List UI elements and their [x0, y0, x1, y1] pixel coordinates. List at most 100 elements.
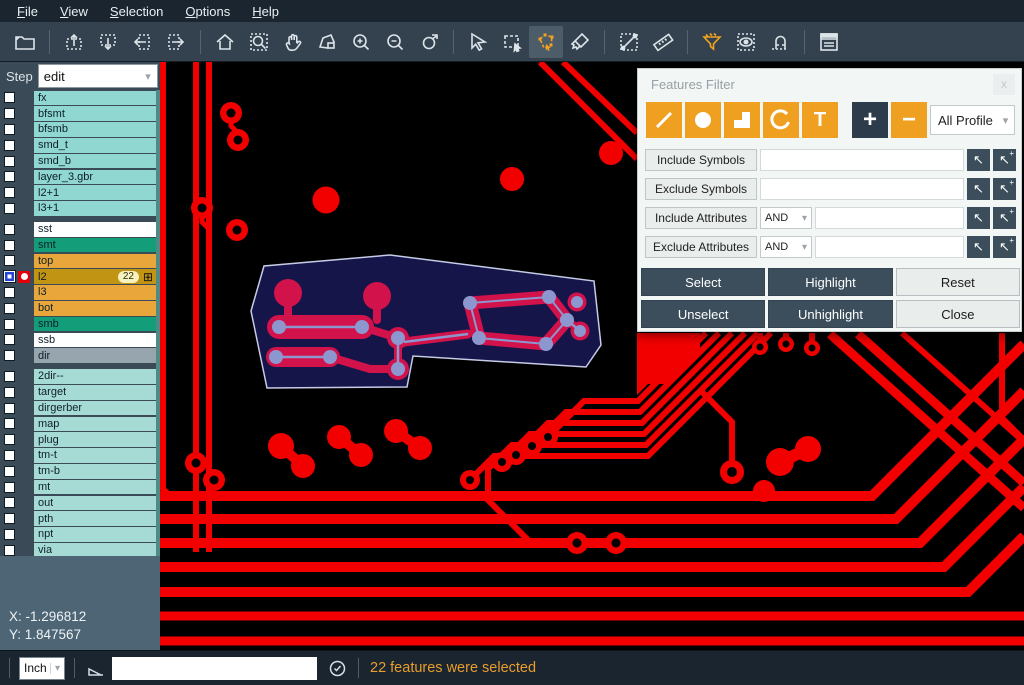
layer-visibility-checkbox[interactable]: [4, 513, 15, 524]
layer-visibility-checkbox[interactable]: [4, 450, 15, 461]
exclude-attributes-button[interactable]: Exclude Attributes: [645, 236, 757, 258]
refresh-check-icon[interactable]: [325, 656, 349, 680]
menu-options[interactable]: Options: [174, 4, 241, 19]
pointer-select-icon[interactable]: [461, 26, 495, 58]
exclude-attributes-logic-dropdown[interactable]: AND ▾: [760, 236, 812, 258]
layer-active-indicator[interactable]: [18, 402, 30, 414]
include-mode-button[interactable]: +: [852, 102, 888, 138]
line-feature-button[interactable]: [646, 102, 682, 138]
surface-feature-button[interactable]: [724, 102, 760, 138]
layer-row[interactable]: bot: [0, 300, 156, 316]
dialog-title[interactable]: Features Filter: [651, 77, 735, 92]
zoom-polygon-icon[interactable]: [310, 26, 344, 58]
zoom-previous-icon[interactable]: [412, 26, 446, 58]
menu-view[interactable]: View: [49, 4, 99, 19]
layer-visibility-checkbox[interactable]: [4, 271, 15, 282]
exclude-symbols-input[interactable]: [760, 178, 964, 200]
pick-attribute-icon[interactable]: ↖: [967, 236, 990, 258]
layer-row[interactable]: sst: [0, 221, 156, 237]
layer-row[interactable]: dirgerber: [0, 400, 156, 416]
layer-active-indicator[interactable]: [18, 528, 30, 540]
layers-table-icon[interactable]: [812, 26, 846, 58]
layer-visibility-checkbox[interactable]: [4, 529, 15, 540]
select-button[interactable]: Select: [641, 268, 765, 296]
close-button[interactable]: Close: [896, 300, 1020, 328]
pad-feature-button[interactable]: [685, 102, 721, 138]
layer-active-indicator[interactable]: [18, 187, 30, 199]
layer-active-indicator[interactable]: [18, 481, 30, 493]
pick-symbol-icon[interactable]: ↖: [967, 149, 990, 171]
layer-row[interactable]: l2 22 ⊞: [0, 269, 156, 285]
layer-active-indicator[interactable]: [18, 155, 30, 167]
command-input[interactable]: [112, 657, 317, 680]
layer-active-indicator[interactable]: [18, 239, 30, 251]
include-symbols-button[interactable]: Include Symbols: [645, 149, 757, 171]
layer-visibility-checkbox[interactable]: [4, 371, 15, 382]
exclude-mode-button[interactable]: −: [891, 102, 927, 138]
pick-add-symbol-icon[interactable]: ↖+: [993, 149, 1016, 171]
layer-visibility-checkbox[interactable]: [4, 434, 15, 445]
layer-row[interactable]: mt: [0, 479, 156, 495]
exclude-attributes-input[interactable]: [815, 236, 964, 258]
layer-visibility-checkbox[interactable]: [4, 287, 15, 298]
include-attributes-logic-dropdown[interactable]: AND ▾: [760, 207, 812, 229]
layer-row[interactable]: l2+1: [0, 185, 156, 201]
layer-visibility-checkbox[interactable]: [4, 92, 15, 103]
unselect-button[interactable]: Unselect: [641, 300, 765, 328]
layer-row[interactable]: ssb: [0, 332, 156, 348]
layer-row[interactable]: smt: [0, 237, 156, 253]
layer-row[interactable]: smd_b: [0, 153, 156, 169]
layer-row[interactable]: layer_3.gbr: [0, 169, 156, 185]
layer-visibility-checkbox[interactable]: [4, 319, 15, 330]
include-symbols-input[interactable]: [760, 149, 964, 171]
menu-file[interactable]: File: [6, 4, 49, 19]
layer-row[interactable]: 2dir--: [0, 369, 156, 385]
zoom-in-icon[interactable]: [344, 26, 378, 58]
layer-row[interactable]: smb: [0, 316, 156, 332]
layer-row[interactable]: l3: [0, 285, 156, 301]
layer-active-indicator[interactable]: [18, 434, 30, 446]
menu-help[interactable]: Help: [241, 4, 290, 19]
layer-visibility-checkbox[interactable]: [4, 240, 15, 251]
pick-symbol-icon[interactable]: ↖: [967, 178, 990, 200]
layer-active-indicator[interactable]: [18, 255, 30, 267]
layer-active-indicator[interactable]: [18, 449, 30, 461]
pan-hand-icon[interactable]: [276, 26, 310, 58]
layer-visibility-checkbox[interactable]: [4, 303, 15, 314]
layer-active-indicator[interactable]: [18, 108, 30, 120]
home-view-icon[interactable]: [208, 26, 242, 58]
features-filter-icon[interactable]: [695, 26, 729, 58]
shift-view-right-icon[interactable]: [159, 26, 193, 58]
angle-measure-icon[interactable]: [84, 656, 108, 680]
layer-active-indicator[interactable]: [18, 92, 30, 104]
unhighlight-button[interactable]: Unhighlight: [768, 300, 892, 328]
layer-visibility-checkbox[interactable]: [4, 466, 15, 477]
highlight-button[interactable]: Highlight: [768, 268, 892, 296]
profile-dropdown[interactable]: All Profile ▾: [930, 105, 1015, 135]
layer-visibility-checkbox[interactable]: [4, 203, 15, 214]
measure-distance-icon[interactable]: [612, 26, 646, 58]
pick-add-attribute-icon[interactable]: ↖+: [993, 236, 1016, 258]
pick-add-symbol-icon[interactable]: ↖+: [993, 178, 1016, 200]
layer-active-indicator[interactable]: [18, 202, 30, 214]
pick-attribute-icon[interactable]: ↖: [967, 207, 990, 229]
layer-active-indicator[interactable]: [18, 418, 30, 430]
layer-visibility-checkbox[interactable]: [4, 403, 15, 414]
arc-feature-button[interactable]: [763, 102, 799, 138]
shift-view-left-icon[interactable]: [125, 26, 159, 58]
layer-active-indicator[interactable]: [18, 465, 30, 477]
shift-view-up-icon[interactable]: [57, 26, 91, 58]
layer-row[interactable]: bfsmt: [0, 106, 156, 122]
layer-row[interactable]: smd_t: [0, 137, 156, 153]
layer-active-indicator[interactable]: [18, 334, 30, 346]
layer-visibility-checkbox[interactable]: [4, 418, 15, 429]
reset-button[interactable]: Reset: [896, 268, 1020, 296]
layer-visibility-checkbox[interactable]: [4, 108, 15, 119]
layer-row[interactable]: out: [0, 495, 156, 511]
exclude-symbols-button[interactable]: Exclude Symbols: [645, 178, 757, 200]
layer-row[interactable]: l3+1: [0, 201, 156, 217]
layer-row[interactable]: pth: [0, 511, 156, 527]
layer-visibility-checkbox[interactable]: [4, 497, 15, 508]
step-select[interactable]: edit ▾: [38, 64, 158, 88]
layer-visibility-checkbox[interactable]: [4, 187, 15, 198]
